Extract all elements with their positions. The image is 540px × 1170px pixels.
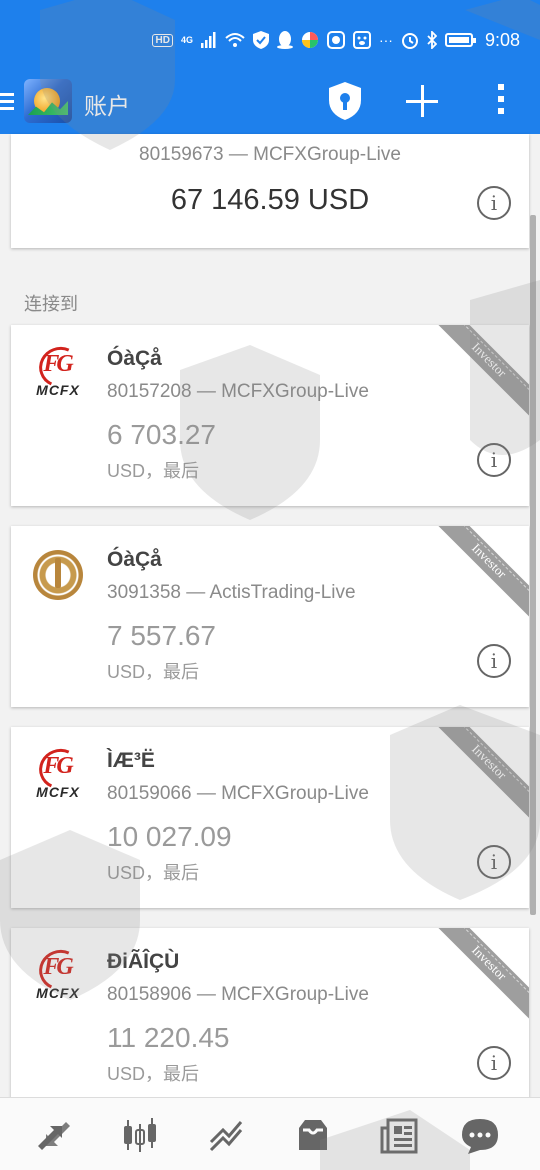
alarm-icon: [401, 33, 418, 49]
account-card[interactable]: FG MCFX ÐiÃÎÇÙ 80158906 — MCFXGroup-Live…: [11, 928, 529, 1109]
account-currency: USD，最后: [107, 1064, 200, 1084]
app-bar: 账户: [0, 78, 540, 134]
news-icon[interactable]: [380, 1116, 420, 1156]
mcfx-logo-text: MCFX: [36, 985, 80, 1001]
app-color-icon: [301, 32, 318, 48]
account-server: 3091358 — ActisTrading-Live: [107, 582, 356, 603]
chart-icon[interactable]: [120, 1116, 160, 1156]
info-icon[interactable]: i: [477, 845, 511, 879]
info-icon[interactable]: i: [477, 644, 511, 678]
actis-logo: [33, 550, 83, 600]
add-account-button[interactable]: [404, 83, 440, 119]
mcfx-logo: FG MCFX: [33, 349, 83, 399]
hd-badge: HD: [152, 33, 173, 47]
app-logo: [24, 79, 72, 123]
mcfx-mark: FG: [39, 751, 75, 781]
account-card[interactable]: ÓàÇå 3091358 — ActisTrading-Live 7 557.6…: [11, 526, 529, 707]
mcfx-mark: FG: [39, 349, 75, 379]
account-name: ÓàÇå: [107, 548, 162, 571]
account-name: ÓàÇå: [107, 347, 162, 370]
account-balance: 6 703.27: [107, 419, 216, 450]
section-label-connect: 连接到: [24, 294, 78, 314]
shield-lock-icon[interactable]: [328, 81, 362, 121]
info-icon[interactable]: i: [477, 443, 511, 477]
account-name: ÐiÃÎÇÙ: [107, 950, 180, 973]
mcfx-logo-text: MCFX: [36, 784, 80, 800]
signal-icon: [200, 32, 216, 48]
account-balance: 11 220.45: [107, 1022, 230, 1053]
account-currency: USD，最后: [107, 461, 200, 481]
baidu-icon: [352, 31, 371, 49]
account-server: 80159066 — MCFXGroup-Live: [107, 783, 369, 804]
investor-badge: Investor: [431, 928, 529, 1021]
page-title: 账户: [84, 93, 130, 119]
mcfx-logo: FG MCFX: [33, 751, 83, 801]
bluetooth-icon: [427, 31, 437, 49]
bottom-navigation: [0, 1097, 540, 1170]
account-server: 80157208 — MCFXGroup-Live: [107, 381, 369, 402]
account-server: 80158906 — MCFXGroup-Live: [107, 984, 369, 1005]
mcfx-logo-text: MCFX: [36, 382, 80, 398]
account-name: ÌÆ³Ë: [107, 749, 155, 772]
current-balance: 67 146.59 USD: [170, 184, 370, 216]
wifi-icon: [225, 33, 245, 47]
history-icon[interactable]: [293, 1116, 333, 1156]
investor-badge: Investor: [431, 727, 529, 820]
info-icon[interactable]: i: [477, 1046, 511, 1080]
more-notifications-icon: ···: [378, 32, 393, 48]
current-account-number: 80159673 — MCFXGroup-Live: [139, 144, 401, 165]
account-balance: 7 557.67: [107, 620, 216, 651]
chat-icon[interactable]: [460, 1116, 500, 1156]
more-options-icon[interactable]: [494, 84, 508, 118]
account-card[interactable]: FG MCFX ÓàÇå 80157208 — MCFXGroup-Live 6…: [11, 325, 529, 506]
quotes-icon[interactable]: [34, 1116, 74, 1156]
mcfx-mark: FG: [39, 952, 75, 982]
status-bar: HD 4G ··· 9:08: [0, 0, 540, 78]
app-square-icon: [326, 31, 345, 49]
account-currency: USD，最后: [107, 863, 200, 883]
info-icon[interactable]: i: [477, 186, 511, 220]
menu-icon[interactable]: [0, 89, 16, 115]
investor-badge: Investor: [431, 325, 529, 418]
account-card[interactable]: FG MCFX ÌÆ³Ë 80159066 — MCFXGroup-Live 1…: [11, 727, 529, 908]
status-icons: HD 4G ··· 9:08: [152, 28, 520, 52]
account-currency: USD，最后: [107, 662, 200, 682]
scrollbar[interactable]: [530, 215, 536, 915]
current-account-card[interactable]: 80159673 — MCFXGroup-Live 67 146.59 USD …: [11, 134, 529, 248]
investor-badge: Investor: [431, 526, 529, 619]
battery-icon: [444, 33, 476, 47]
shield-check-icon: [252, 31, 269, 49]
signal-4g-label: 4G: [180, 35, 193, 45]
account-balance: 10 027.09: [107, 821, 232, 852]
trade-icon[interactable]: [207, 1116, 247, 1156]
status-time: 9:08: [484, 29, 520, 50]
mcfx-logo: FG MCFX: [33, 952, 83, 1002]
qq-icon: [276, 31, 293, 49]
